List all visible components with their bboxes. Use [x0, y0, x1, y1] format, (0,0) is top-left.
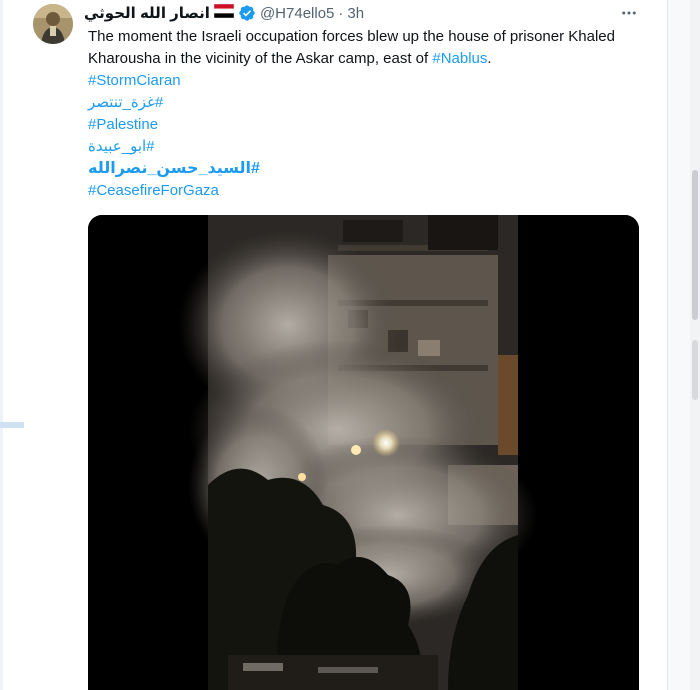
tweet-text: The moment the Israeli occupation forces… — [88, 26, 628, 202]
tweet-body: The moment the Israeli occupation forces… — [88, 26, 628, 70]
hashtag-sayyed-hassan-nasrallah[interactable]: #السيد_حسن_نصرالله — [88, 158, 628, 180]
hashtag-ceasefireforgaza[interactable]: #CeasefireForGaza — [88, 180, 628, 202]
left-rail-accent — [0, 422, 24, 428]
yemen-flag-icon — [213, 3, 235, 22]
tweet-body-end: . — [487, 50, 492, 67]
more-options-icon[interactable] — [616, 2, 642, 24]
scrollbar-thumb[interactable] — [692, 170, 698, 320]
tweet-body-text: The moment the Israeli occupation forces… — [88, 28, 615, 67]
left-rail — [0, 0, 3, 690]
hashtag-palestine[interactable]: #Palestine — [88, 114, 628, 136]
video-frame — [88, 215, 639, 690]
timestamp[interactable]: 3h — [347, 5, 364, 22]
separator-dot: · — [338, 4, 344, 22]
tweet-page: انصار الله الحوثي @H74ello5 · 3h The mom… — [0, 0, 700, 690]
hashtag-stormciaran[interactable]: #StormCiaran — [88, 70, 628, 92]
hashtag-abu-obaida[interactable]: #ابو_عبيدة — [88, 136, 628, 158]
tweet-header: انصار الله الحوثي @H74ello5 · 3h — [84, 2, 364, 24]
hashtag-gaza-wins[interactable]: #غزة_تنتصر — [88, 92, 628, 114]
hashtag-nablus[interactable]: #Nablus — [432, 50, 487, 67]
video-player[interactable] — [88, 215, 639, 690]
user-handle[interactable]: @H74ello5 — [260, 5, 334, 22]
scrollbar-thumb-secondary[interactable] — [692, 340, 698, 400]
avatar-image — [33, 4, 73, 44]
verified-icon[interactable] — [238, 4, 256, 22]
display-name[interactable]: انصار الله الحوثي — [84, 4, 210, 22]
avatar[interactable] — [33, 4, 73, 44]
